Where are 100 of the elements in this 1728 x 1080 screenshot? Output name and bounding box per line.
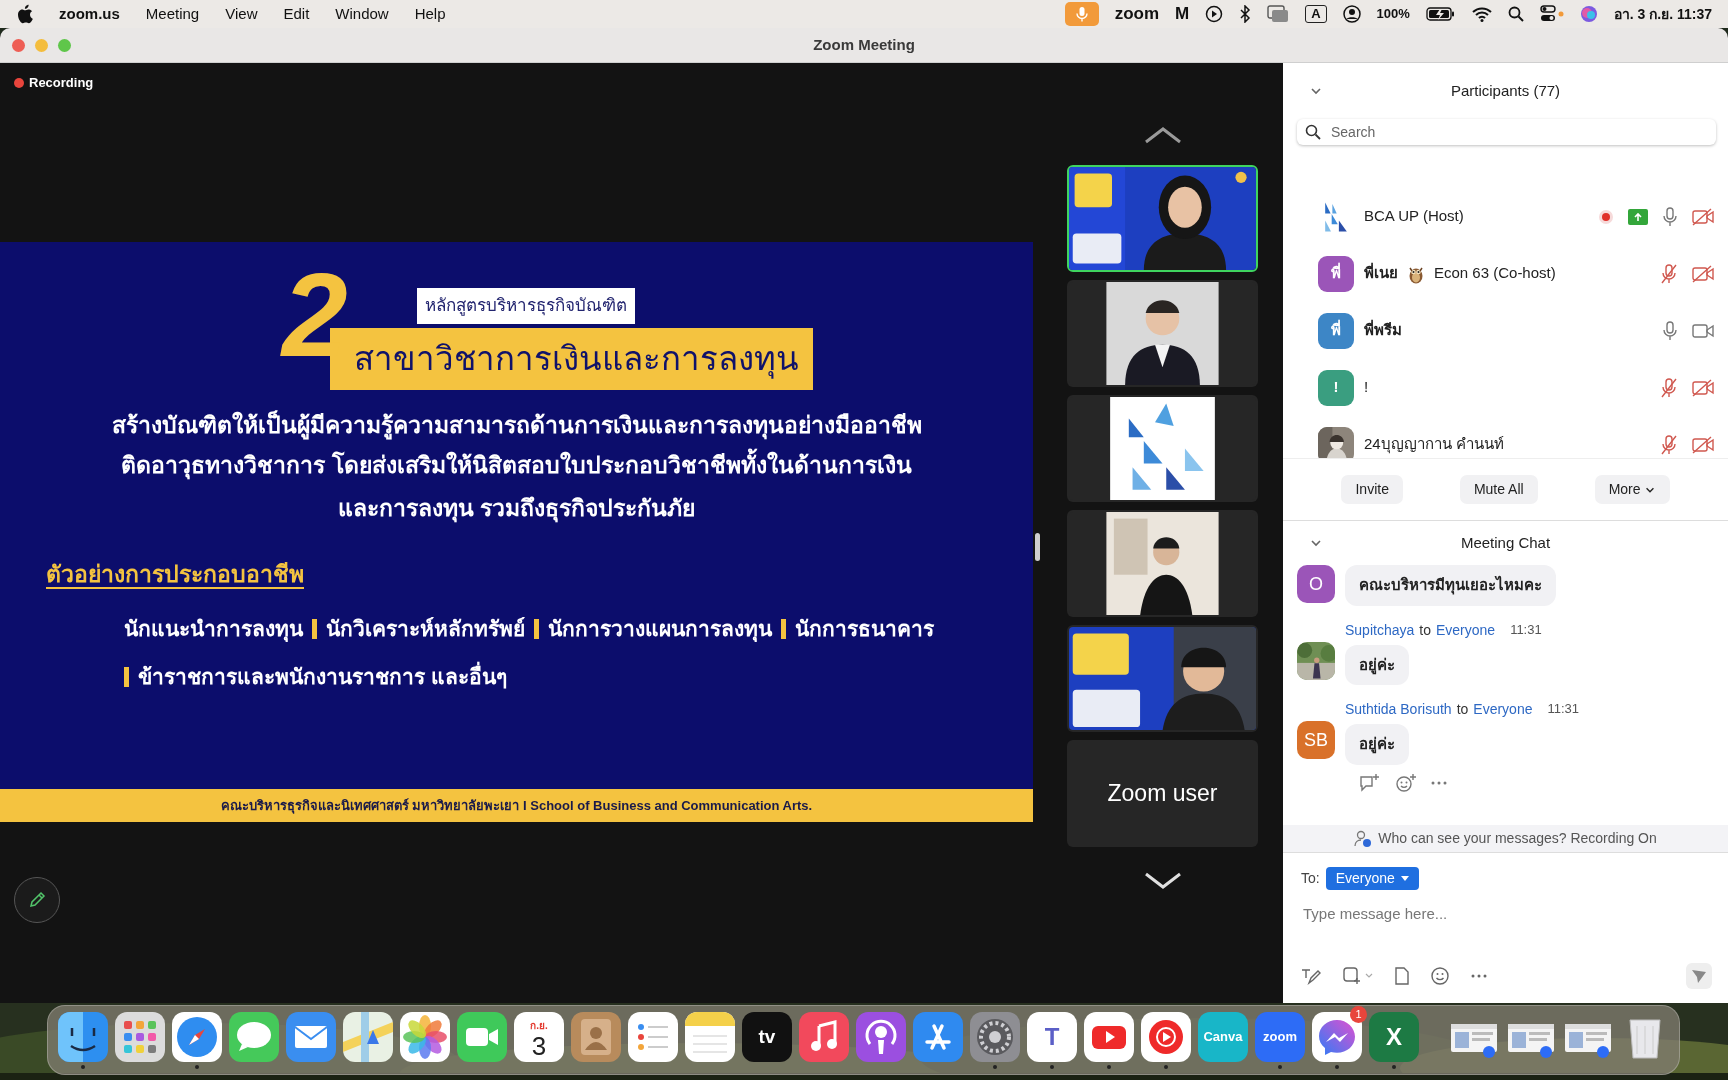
separator-bar xyxy=(124,666,129,687)
status-text[interactable]: อา. 3 ก.ย. 11:37 xyxy=(1613,3,1712,25)
muted-microphone-icon[interactable] xyxy=(1660,434,1678,455)
play-icon[interactable] xyxy=(1205,5,1224,23)
separator-bar xyxy=(534,619,539,640)
wifi-icon[interactable] xyxy=(1471,6,1492,22)
avatar: O xyxy=(1297,565,1335,603)
bluetooth-icon[interactable] xyxy=(1239,5,1252,23)
close-button[interactable] xyxy=(12,38,25,52)
logo-icon[interactable] xyxy=(16,4,33,24)
caret-icon xyxy=(1400,876,1409,881)
footer-text: คณะบริหารธุรกิจและนิเทศศาสตร์ มหาวิทยาลัยพะเยา I School of Business and Communication Arts. xyxy=(220,796,813,816)
add-reaction-icon[interactable] xyxy=(1395,772,1417,793)
calendar-icon[interactable]: ก.ย. 3 xyxy=(514,1011,564,1062)
status-text[interactable]: 100% xyxy=(1376,4,1410,24)
month-label: ก.ย. xyxy=(530,1018,548,1033)
search-icon[interactable] xyxy=(1507,6,1524,22)
chat-bubble-icon[interactable] xyxy=(1312,1011,1362,1062)
emoji-icon[interactable] xyxy=(1431,967,1449,985)
avatar: SB xyxy=(1297,721,1335,759)
grid-icon[interactable] xyxy=(115,1011,165,1062)
menu-item[interactable]: View xyxy=(225,2,258,26)
user-icon[interactable] xyxy=(1342,5,1361,23)
day-label: 3 xyxy=(531,1032,547,1059)
more-icon[interactable] xyxy=(1431,779,1447,786)
music-note-icon[interactable] xyxy=(799,1011,849,1062)
people-app-icon[interactable]: T xyxy=(1027,1011,1077,1062)
app-label: tv xyxy=(758,1027,776,1046)
message-connector: to xyxy=(1456,700,1469,719)
person-icon xyxy=(1354,829,1373,848)
slide-text: สร้างบัณฑิตให้เป็นผู้มีความรู้ความสามารถด้านการเงินและการลงทุนอย่างมืออาชีพ xyxy=(110,412,923,440)
reply-icon[interactable] xyxy=(1359,772,1381,793)
video-camera-icon[interactable] xyxy=(457,1011,507,1062)
microphone-icon[interactable] xyxy=(1662,206,1678,227)
muted-microphone-icon[interactable] xyxy=(1660,263,1678,284)
orb-icon[interactable] xyxy=(1579,5,1598,23)
panel-button[interactable]: Invite xyxy=(1341,475,1403,504)
to-label: To: xyxy=(1301,869,1320,888)
screens-icon[interactable] xyxy=(1267,5,1290,23)
search-field[interactable]: Search xyxy=(1329,120,1708,144)
tv-icon[interactable]: tv xyxy=(742,1011,792,1062)
format-icon[interactable] xyxy=(1301,967,1321,985)
career-item: ข้าราชการและพนักงานราชการ และอื่นๆ xyxy=(138,660,507,693)
menu-item[interactable]: Meeting xyxy=(145,2,200,26)
battery-icon[interactable] xyxy=(1425,7,1456,21)
status-text[interactable]: zoom xyxy=(1114,1,1159,27)
compass-icon[interactable] xyxy=(172,1011,222,1062)
toggles-icon[interactable] xyxy=(1539,5,1564,23)
app-menu[interactable]: zoom.us xyxy=(59,2,120,26)
spreadsheet-icon[interactable]: X xyxy=(1369,1011,1419,1062)
search-icon xyxy=(1305,124,1321,140)
checklist-icon[interactable] xyxy=(628,1011,678,1062)
map-icon[interactable] xyxy=(343,1011,393,1062)
face-icon[interactable] xyxy=(58,1011,108,1062)
annotate-button[interactable] xyxy=(14,877,60,923)
gear-icon[interactable] xyxy=(970,1011,1020,1062)
person-card-icon[interactable] xyxy=(571,1011,621,1062)
recipient-name[interactable]: Everyone xyxy=(1435,619,1496,641)
resize-handle[interactable] xyxy=(1035,533,1040,561)
notification-badge: 1 xyxy=(1350,1005,1367,1023)
video-off-icon[interactable] xyxy=(1692,264,1714,283)
video-camera-icon[interactable] xyxy=(1692,322,1714,339)
muted-microphone-icon[interactable] xyxy=(1660,377,1678,398)
separator-bar xyxy=(312,619,317,640)
speech-bubble-icon[interactable] xyxy=(229,1011,279,1062)
career-item: นักแนะนำการลงทุน xyxy=(124,616,303,644)
message-bubble: อยู่ค่ะ xyxy=(1345,644,1409,685)
notepad-icon[interactable] xyxy=(685,1011,735,1062)
slide-heading: ตัวอย่างการประกอบอาชีพ xyxy=(46,559,304,589)
screenshot-icon[interactable] xyxy=(1343,967,1373,985)
flower-icon[interactable] xyxy=(400,1011,450,1062)
menu-item[interactable]: Window xyxy=(335,2,389,26)
recipient-dropdown[interactable]: Everyone xyxy=(1325,867,1419,890)
more-icon[interactable] xyxy=(1471,973,1487,979)
recipient-name[interactable]: Everyone xyxy=(1473,699,1533,720)
microphone-icon[interactable] xyxy=(1662,320,1678,341)
video-off-icon[interactable] xyxy=(1692,435,1714,454)
participant-name: BCA UP (Host) xyxy=(1364,206,1464,227)
avatar: ! xyxy=(1318,369,1354,406)
envelope-icon[interactable] xyxy=(286,1011,336,1062)
video-off-icon[interactable] xyxy=(1692,207,1714,226)
career-item: นักวิเคราะห์หลักทรัพย์ xyxy=(326,616,525,643)
file-icon[interactable] xyxy=(1395,967,1409,985)
play-button-icon[interactable] xyxy=(1084,1011,1134,1062)
message-time: 11:31 xyxy=(1547,700,1580,718)
sender-name[interactable]: Suthtida Borisuth xyxy=(1345,699,1452,720)
sender-name[interactable]: Supitchaya xyxy=(1345,619,1415,641)
send-button[interactable] xyxy=(1686,963,1712,989)
input-source-indicator[interactable]: A xyxy=(1305,5,1327,23)
menu-item[interactable]: Edit xyxy=(283,2,310,26)
panel-button[interactable]: Mute All xyxy=(1459,475,1538,504)
menu-item[interactable]: Help xyxy=(414,2,446,26)
podcast-icon[interactable] xyxy=(856,1011,906,1062)
scroll-up-button[interactable] xyxy=(1142,125,1183,145)
scroll-down-button[interactable] xyxy=(1142,871,1183,891)
status-text[interactable]: M xyxy=(1175,1,1190,27)
video-app-icon[interactable]: zoom xyxy=(1255,1011,1305,1062)
panel-button[interactable]: More xyxy=(1594,475,1670,504)
video-off-icon[interactable] xyxy=(1692,378,1714,397)
app-label: T xyxy=(1044,1024,1060,1049)
